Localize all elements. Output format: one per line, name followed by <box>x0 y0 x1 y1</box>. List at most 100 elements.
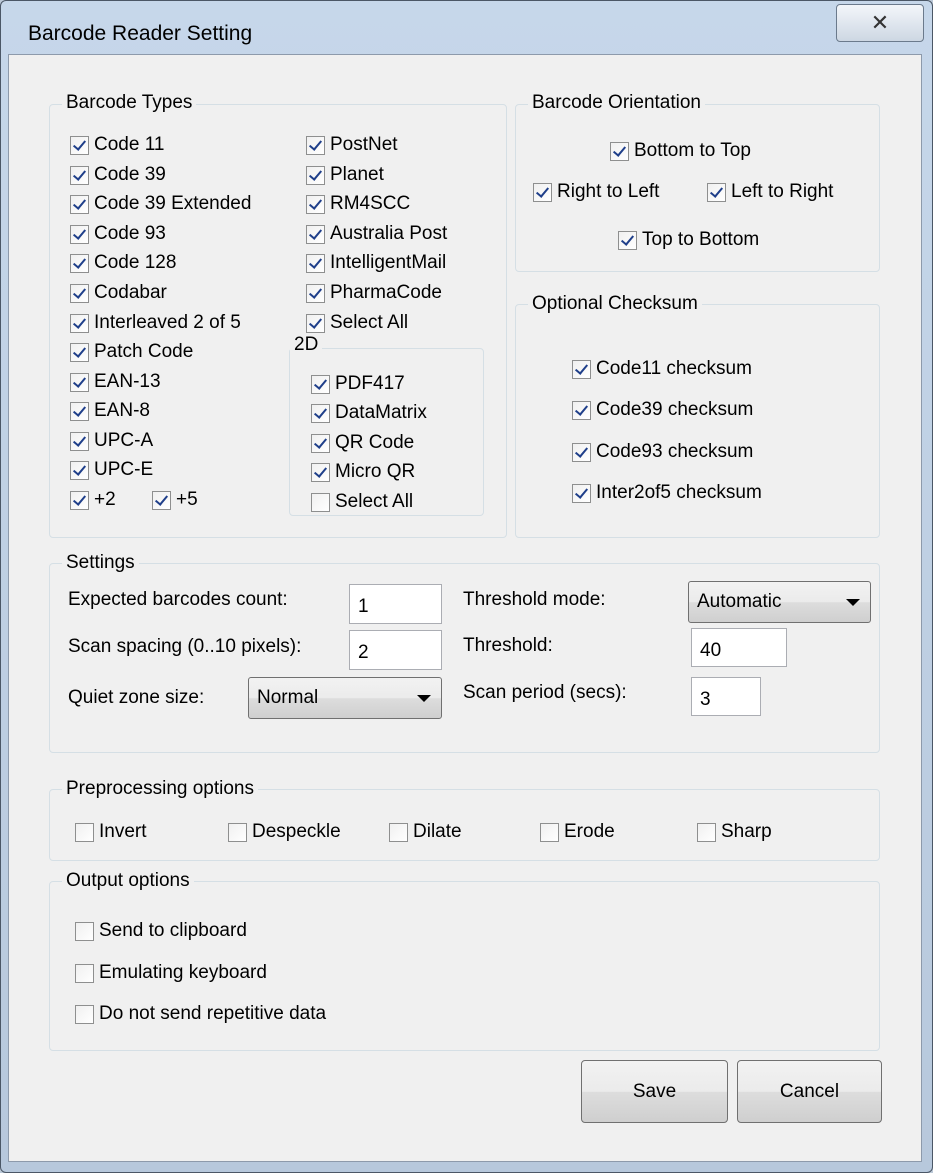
scan-spacing-input[interactable] <box>349 630 442 670</box>
threshold-input[interactable] <box>691 628 787 667</box>
checkbox-box[interactable] <box>70 283 89 303</box>
checkbox-code-39[interactable]: Code 39 <box>70 163 166 187</box>
save-button[interactable]: Save <box>581 1060 728 1123</box>
checkbox-upc-a[interactable]: UPC-A <box>70 429 153 453</box>
checkbox-dilate[interactable]: Dilate <box>389 820 462 844</box>
checkbox-left-to-right[interactable]: Left to Right <box>707 180 833 204</box>
scan-period-input[interactable] <box>691 677 761 716</box>
threshold-mode-dropdown[interactable]: Automatic <box>688 581 871 623</box>
checkbox-box[interactable] <box>306 165 325 185</box>
checkbox-box[interactable] <box>572 359 591 379</box>
checkbox-box[interactable] <box>707 182 726 202</box>
checkbox-box[interactable] <box>70 401 89 421</box>
checkbox-intelligentmail[interactable]: IntelligentMail <box>306 251 446 275</box>
checkbox-box[interactable] <box>311 403 330 423</box>
checkbox-right-to-left[interactable]: Right to Left <box>533 180 659 204</box>
checkbox-planet[interactable]: Planet <box>306 163 384 187</box>
checkbox-qr-code[interactable]: QR Code <box>311 431 414 455</box>
checkbox-erode[interactable]: Erode <box>540 820 615 844</box>
preprocessing-label: Preprocessing options <box>62 778 258 800</box>
checkbox-pdf417[interactable]: PDF417 <box>311 372 405 396</box>
checkbox-despeckle[interactable]: Despeckle <box>228 820 341 844</box>
checkbox-box[interactable] <box>306 253 325 273</box>
checkbox-box[interactable] <box>311 433 330 453</box>
checkbox-code-93[interactable]: Code 93 <box>70 222 166 246</box>
checkbox-postnet[interactable]: PostNet <box>306 133 398 157</box>
checkbox-box[interactable] <box>70 165 89 185</box>
checkbox-select-all-1d[interactable]: Select All <box>306 311 408 335</box>
checkbox-code11-checksum[interactable]: Code11 checksum <box>572 357 752 381</box>
checkbox-plus-5[interactable]: +5 <box>152 488 198 512</box>
checkbox-box[interactable] <box>70 431 89 451</box>
checkbox-box[interactable] <box>70 135 89 155</box>
checkbox-patch-code[interactable]: Patch Code <box>70 340 193 364</box>
checkbox-box[interactable] <box>697 822 716 842</box>
checkbox-box[interactable] <box>75 1004 94 1024</box>
checkbox-box[interactable] <box>75 921 94 941</box>
checkbox-code-11[interactable]: Code 11 <box>70 133 164 157</box>
checkbox-box[interactable] <box>70 224 89 244</box>
threshold-mode-label: Threshold mode: <box>463 589 606 610</box>
checkbox-box[interactable] <box>610 141 629 161</box>
checkbox-box[interactable] <box>70 490 89 510</box>
checkbox-box[interactable] <box>152 490 171 510</box>
checkbox-box[interactable] <box>306 135 325 155</box>
two-d-label: 2D <box>290 334 323 356</box>
quiet-zone-dropdown[interactable]: Normal <box>248 677 442 719</box>
checkbox-ean-13[interactable]: EAN-13 <box>70 370 161 394</box>
checkbox-box[interactable] <box>70 372 89 392</box>
checkbox-box[interactable] <box>75 822 94 842</box>
checkbox-invert[interactable]: Invert <box>75 820 147 844</box>
checkbox-code-128[interactable]: Code 128 <box>70 251 176 275</box>
checkbox-sharp[interactable]: Sharp <box>697 820 772 844</box>
checkbox-emulating-keyboard[interactable]: Emulating keyboard <box>75 961 267 985</box>
checkbox-ean-8[interactable]: EAN-8 <box>70 399 150 423</box>
dialog-client-area: Barcode Types Code 11 Code 39 Code 39 Ex… <box>8 54 922 1162</box>
checkbox-box[interactable] <box>228 822 247 842</box>
checkbox-box[interactable] <box>311 462 330 482</box>
checkbox-box[interactable] <box>75 963 94 983</box>
checkbox-pharmacode[interactable]: PharmaCode <box>306 281 442 305</box>
checkbox-box[interactable] <box>70 342 89 362</box>
checkbox-send-to-clipboard[interactable]: Send to clipboard <box>75 919 247 943</box>
cancel-button[interactable]: Cancel <box>737 1060 882 1123</box>
scan-period-label: Scan period (secs): <box>463 682 627 703</box>
checkbox-rm4scc[interactable]: RM4SCC <box>306 192 410 216</box>
checkbox-box[interactable] <box>70 253 89 273</box>
checkbox-code-39-extended[interactable]: Code 39 Extended <box>70 192 251 216</box>
checkbox-box[interactable] <box>70 194 89 214</box>
checkbox-bottom-to-top[interactable]: Bottom to Top <box>610 139 751 163</box>
checkbox-do-not-send-repetitive[interactable]: Do not send repetitive data <box>75 1002 326 1026</box>
checkbox-box[interactable] <box>311 374 330 394</box>
checkbox-top-to-bottom[interactable]: Top to Bottom <box>618 228 759 252</box>
checkbox-box[interactable] <box>572 483 591 503</box>
checkbox-box[interactable] <box>311 492 330 512</box>
checkbox-box[interactable] <box>306 283 325 303</box>
checkbox-upc-e[interactable]: UPC-E <box>70 458 153 482</box>
checkbox-australia-post[interactable]: Australia Post <box>306 222 447 246</box>
checkbox-box[interactable] <box>306 224 325 244</box>
checkbox-box[interactable] <box>572 400 591 420</box>
checkbox-box[interactable] <box>70 460 89 480</box>
checkbox-box[interactable] <box>572 442 591 462</box>
checkbox-box[interactable] <box>533 182 552 202</box>
checkbox-select-all-2d[interactable]: Select All <box>311 490 413 514</box>
checkbox-datamatrix[interactable]: DataMatrix <box>311 401 427 425</box>
checkbox-micro-qr[interactable]: Micro QR <box>311 460 415 484</box>
expected-count-input[interactable] <box>349 584 442 624</box>
checkbox-plus-2[interactable]: +2 <box>70 488 116 512</box>
checkbox-box[interactable] <box>70 313 89 333</box>
threshold-label: Threshold: <box>463 635 553 656</box>
checkbox-codabar[interactable]: Codabar <box>70 281 167 305</box>
checkbox-box[interactable] <box>540 822 559 842</box>
close-button[interactable]: ✕ <box>836 4 924 42</box>
checkbox-code39-checksum[interactable]: Code39 checksum <box>572 398 753 422</box>
checkbox-box[interactable] <box>306 313 325 333</box>
checkbox-code93-checksum[interactable]: Code93 checksum <box>572 440 753 464</box>
checkbox-interleaved-2-of-5[interactable]: Interleaved 2 of 5 <box>70 311 241 335</box>
checkbox-box[interactable] <box>618 230 637 250</box>
window-title: Barcode Reader Setting <box>28 22 253 45</box>
checkbox-inter2of5-checksum[interactable]: Inter2of5 checksum <box>572 481 762 505</box>
checkbox-box[interactable] <box>389 822 408 842</box>
checkbox-box[interactable] <box>306 194 325 214</box>
